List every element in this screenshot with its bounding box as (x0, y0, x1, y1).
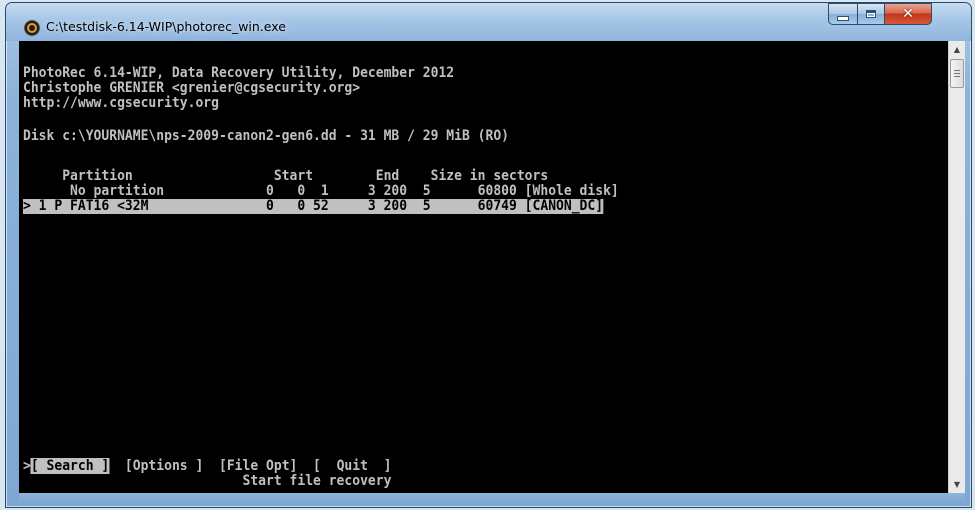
maximize-button[interactable] (857, 3, 885, 25)
close-button[interactable]: ✕ (885, 3, 932, 25)
disk-info: Disk c:\YOURNAME\nps-2009-canon2-gen6.dd… (23, 128, 510, 144)
partition-table-header: Partition Start End Size in sectors (23, 168, 549, 184)
scroll-thumb[interactable] (950, 59, 964, 88)
console-area[interactable]: PhotoRec 6.14-WIP, Data Recovery Utility… (19, 41, 948, 493)
minimize-button[interactable] (828, 3, 857, 25)
scroll-up-icon[interactable]: ▲ (949, 41, 965, 58)
header-line: Christophe GRENIER <grenier@cgsecurity.o… (23, 80, 361, 96)
close-icon: ✕ (902, 6, 914, 22)
title-bar[interactable]: C:\testdisk-6.14-WIP\photorec_win.exe ✕ (6, 3, 971, 41)
partition-row-selected[interactable]: > 1 P FAT16 <32M 0 0 52 3 200 5 60749 [C… (23, 199, 604, 214)
header-line: PhotoRec 6.14-WIP, Data Recovery Utility… (23, 65, 455, 81)
menu-bar: >[ Search ] [Options ] [File Opt] [ Quit… (23, 458, 392, 474)
photorec-app-icon[interactable] (24, 20, 40, 36)
menu-options-items[interactable]: [Options ] [File Opt] [ Quit ] (109, 458, 392, 474)
grip-icon (954, 70, 960, 77)
partition-row[interactable]: No partition 0 0 1 3 200 5 60800 [Whole … (23, 184, 619, 199)
window-title: C:\testdisk-6.14-WIP\photorec_win.exe (46, 19, 286, 34)
header-line: http://www.cgsecurity.org (23, 95, 219, 111)
minimize-icon (837, 15, 849, 21)
menu-hint: Start file recovery (23, 473, 392, 489)
search-menu-item[interactable]: [ Search ] (30, 458, 109, 474)
maximize-icon (866, 10, 876, 18)
window-frame-bottom (19, 493, 965, 503)
scroll-down-icon[interactable]: ▼ (949, 476, 965, 493)
vertical-scrollbar[interactable]: ▲ ▼ (948, 41, 965, 493)
